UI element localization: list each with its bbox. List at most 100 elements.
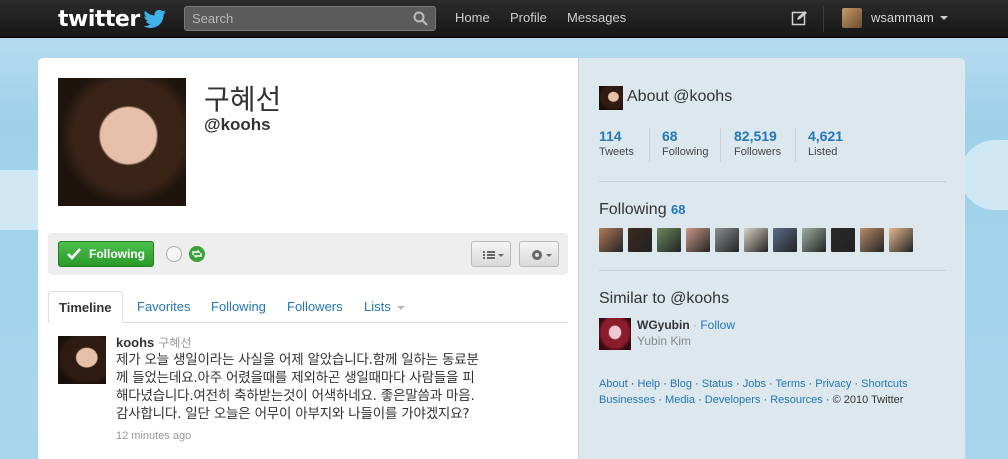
following-user-thumbnail[interactable] — [773, 228, 797, 252]
sidebar-footer: About · Help · Blog · Status · Jobs · Te… — [599, 378, 908, 406]
settings-dropdown-button[interactable] — [519, 241, 559, 267]
profile-photo[interactable] — [58, 78, 186, 206]
current-username[interactable]: wsammam — [871, 0, 934, 36]
following-user-thumbnail[interactable] — [628, 228, 652, 252]
checkmark-icon — [67, 248, 81, 260]
stat-following[interactable]: 68 Following — [662, 128, 708, 162]
stat-label: Following — [662, 146, 709, 158]
footer-link[interactable]: About — [599, 378, 628, 390]
similar-user: WGyubin · Follow — [637, 318, 735, 332]
following-user-thumbnail[interactable] — [802, 228, 826, 252]
direct-message-icon[interactable] — [166, 246, 182, 262]
following-user-thumbnail[interactable] — [860, 228, 884, 252]
similar-section-title: Similar to @koohs — [599, 290, 730, 307]
similar-user-avatar[interactable] — [599, 318, 631, 350]
tweet-text-line: 감사합니다. 일단 오늘은 어무이 아부지와 나들이를 가야겠지요? — [116, 406, 470, 422]
following-count: 68 — [671, 202, 686, 217]
logo-text: twitter — [58, 6, 140, 32]
nav-home[interactable]: Home — [455, 0, 490, 36]
stat-label: Followers — [734, 146, 782, 158]
tab-lists[interactable]: Lists — [364, 291, 406, 323]
following-user-thumbnail[interactable] — [715, 228, 739, 252]
tab-timeline[interactable]: Timeline — [48, 291, 123, 323]
stat-divider — [720, 128, 721, 162]
compose-tweet-icon[interactable] — [791, 10, 807, 26]
following-user-thumbnail[interactable] — [889, 228, 913, 252]
nav-profile[interactable]: Profile — [510, 0, 547, 36]
chevron-down-icon — [397, 305, 406, 310]
footer-link[interactable]: Status — [702, 378, 733, 390]
profile-tabs: Timeline Favorites Following Followers L… — [48, 291, 568, 323]
following-title-text: Following — [599, 201, 667, 218]
about-title: About @koohs — [627, 88, 733, 105]
stat-number: 68 — [662, 128, 678, 144]
list-icon — [483, 251, 504, 259]
retweets-toggle-icon[interactable] — [189, 246, 205, 262]
background-cloud — [960, 140, 1008, 210]
tab-favorites[interactable]: Favorites — [137, 291, 190, 323]
tweet-text-line: 제가 오늘 생일이라는 사실을 어제 알았습니다.함께 일하는 동료분 — [116, 352, 479, 368]
similar-user-name[interactable]: WGyubin — [637, 318, 690, 332]
top-navigation-bar: twitter Home Profile Messages wsammam — [0, 0, 1008, 38]
stat-number: 4,621 — [808, 128, 844, 144]
tweet-text: 제가 오늘 생일이라는 사실을 어제 알았습니다.함께 일하는 동료분 께 들었… — [116, 351, 566, 423]
footer-link[interactable]: Blog — [670, 378, 692, 390]
following-user-thumbnail[interactable] — [599, 228, 623, 252]
stat-tweets[interactable]: 114 Tweets — [599, 128, 634, 162]
similar-user-realname: Yubin Kim — [637, 334, 692, 348]
tab-following[interactable]: Following — [211, 291, 266, 323]
stat-number: 114 — [599, 128, 622, 144]
about-avatar — [599, 86, 623, 110]
following-section-title[interactable]: Following 68 — [599, 201, 686, 219]
footer-link[interactable]: Developers — [705, 394, 761, 406]
tweet-text-line: 해다녔습니다.여전히 축하받는것이 어색하네요. 좋은말씀과 마음. — [116, 388, 475, 404]
stat-divider — [795, 128, 796, 162]
tweet-username[interactable]: koohs — [116, 335, 154, 350]
tweet-text-line: 께 들었는데요.아주 어렸을때를 제외하곤 생일때마다 사람들을 피 — [116, 370, 475, 386]
tweet-timestamp[interactable]: 12 minutes ago — [116, 430, 191, 442]
search-icon[interactable] — [413, 11, 428, 26]
tweet-avatar[interactable] — [58, 336, 106, 384]
following-user-thumbnail[interactable] — [744, 228, 768, 252]
nav-messages[interactable]: Messages — [567, 0, 626, 36]
stat-label: Listed — [808, 146, 838, 158]
footer-link[interactable]: Jobs — [743, 378, 766, 390]
footer-link[interactable]: Shortcuts — [861, 378, 907, 390]
profile-actions-bar: Following — [48, 233, 568, 275]
stat-followers[interactable]: 82,519 Followers — [734, 128, 781, 162]
gear-icon — [532, 250, 552, 260]
footer-link[interactable]: Terms — [776, 378, 806, 390]
sidebar-divider — [599, 270, 946, 271]
footer-link[interactable]: Resources — [770, 394, 823, 406]
profile-sidebar: About @koohs 114 Tweets 68 Following 82,… — [578, 58, 965, 459]
similar-user-separator: · — [689, 318, 701, 332]
following-button[interactable]: Following — [58, 241, 154, 267]
current-user-avatar[interactable] — [842, 8, 862, 28]
following-user-thumbnail[interactable] — [657, 228, 681, 252]
following-user-thumbnail[interactable] — [831, 228, 855, 252]
stat-listed[interactable]: 4,621 Listed — [808, 128, 843, 162]
footer-link[interactable]: Privacy — [815, 378, 851, 390]
profile-handle: @koohs — [204, 115, 271, 134]
profile-name: 구혜선 — [204, 83, 282, 116]
lists-dropdown-button[interactable] — [471, 241, 511, 267]
following-user-thumbnail[interactable] — [686, 228, 710, 252]
tab-followers[interactable]: Followers — [287, 291, 343, 323]
tweet-item[interactable]: koohs 구혜선 제가 오늘 생일이라는 사실을 어제 알았습니다.함께 일하는… — [38, 324, 578, 454]
tab-lists-label: Lists — [364, 299, 391, 314]
topbar-divider — [823, 6, 824, 32]
footer-link[interactable]: Media — [665, 394, 695, 406]
similar-follow-link[interactable]: Follow — [700, 318, 735, 332]
search-input[interactable] — [185, 7, 407, 30]
search-box — [184, 6, 436, 31]
profile-main-panel: 구혜선 @koohs Following Timeline Favorites … — [38, 58, 578, 459]
stat-label: Tweets — [599, 146, 634, 158]
following-button-label: Following — [89, 247, 145, 261]
copyright: © 2010 Twitter — [832, 394, 904, 406]
footer-link[interactable]: Businesses — [599, 394, 655, 406]
tweet-author: koohs 구혜선 — [116, 334, 191, 351]
footer-link[interactable]: Help — [638, 378, 661, 390]
chevron-down-icon[interactable] — [940, 16, 948, 20]
twitter-logo[interactable]: twitter — [58, 6, 167, 32]
stat-number: 82,519 — [734, 128, 777, 144]
